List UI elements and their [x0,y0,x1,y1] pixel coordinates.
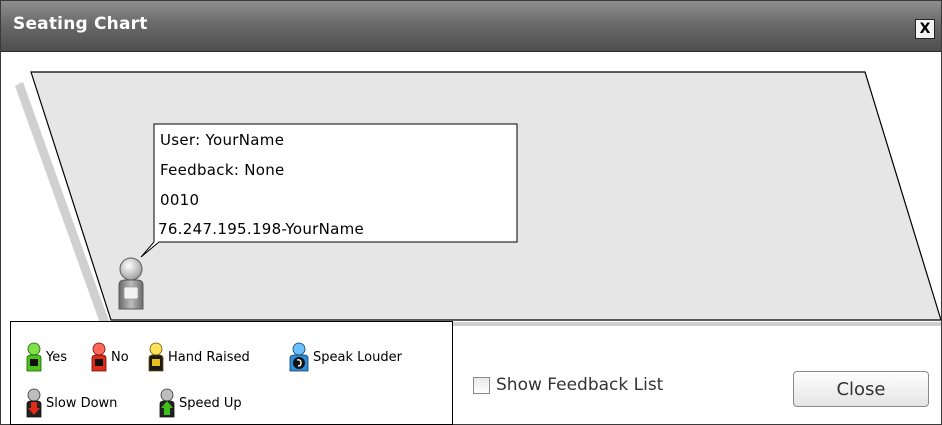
legend-label-hand-raised: Hand Raised [168,349,250,365]
person-slow-down-icon [26,388,42,418]
legend-item-no: No [90,342,129,372]
close-window-button[interactable]: X [915,19,935,39]
person-red-icon [91,342,107,372]
person-speed-up-icon [159,388,175,418]
person-icon[interactable] [118,257,144,310]
person-green-icon [26,342,42,372]
legend-label-slow-down: Slow Down [46,395,118,411]
seating-chart-window: Seating Chart X User: YourName Feedback:… [0,0,942,425]
seating-stage [15,71,941,326]
callout-user: User: YourName [160,131,285,149]
show-feedback-list-toggle[interactable]: Show Feedback List [473,375,663,395]
legend-item-hand-raised: Hand Raised [147,342,250,372]
person-speak-louder-icon [289,342,309,372]
legend-label-speak-louder: Speak Louder [313,349,402,365]
title-bar[interactable]: Seating Chart X [1,1,941,52]
person-hand-raised-icon [148,342,164,372]
close-button[interactable]: Close [793,371,929,407]
show-feedback-list-checkbox[interactable] [473,376,490,394]
legend-item-speed-up: Speed Up [158,388,242,418]
callout-id: 0010 [160,191,200,209]
callout-feedback: Feedback: None [160,161,285,179]
legend-item-slow-down: Slow Down [25,388,117,418]
window-title: Seating Chart [13,14,148,34]
legend-label-yes: Yes [46,349,67,365]
legend-label-no: No [111,349,129,365]
legend-item-speak-louder: Speak Louder [288,342,402,372]
callout-address: 76.247.195.198-YourName [158,220,365,238]
show-feedback-list-label: Show Feedback List [496,375,664,395]
legend-item-yes: Yes [25,342,67,372]
legend-label-speed-up: Speed Up [179,395,242,411]
feedback-legend: Yes No Hand Raised Speak Louder Slow Dow… [10,321,453,425]
